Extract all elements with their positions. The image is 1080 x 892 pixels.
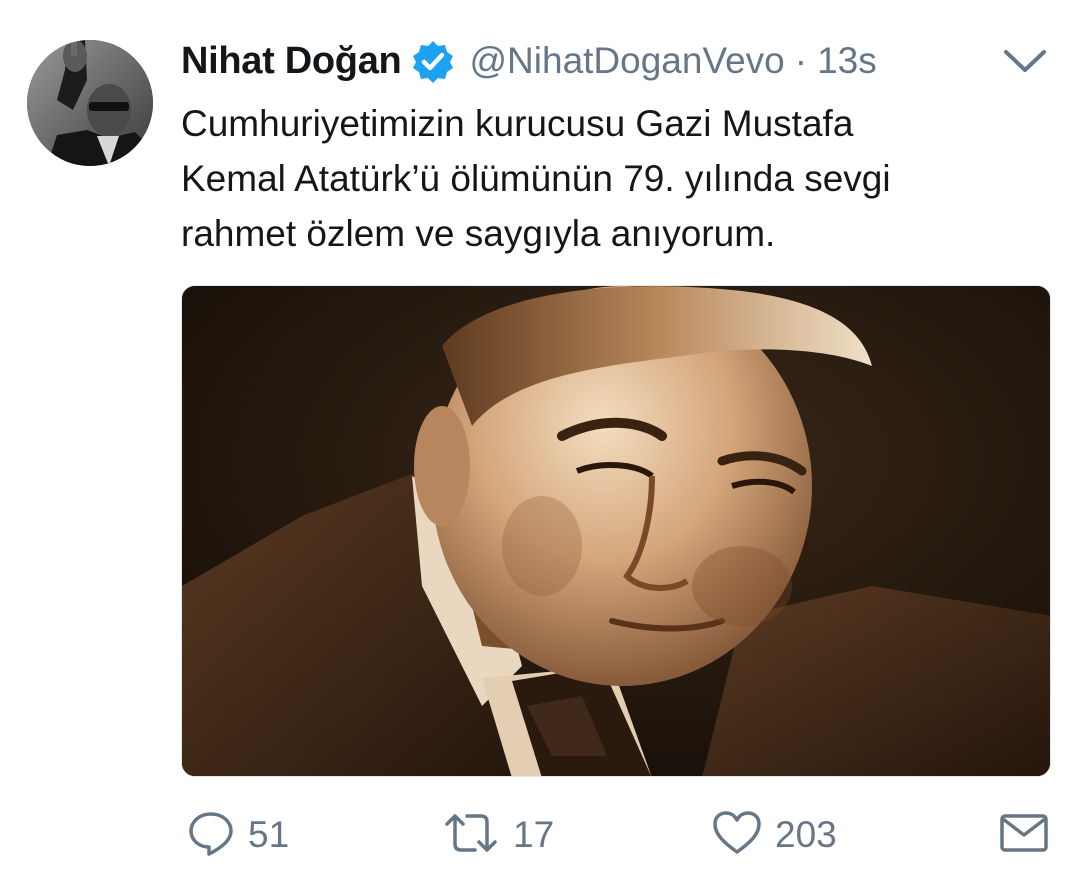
reply-button[interactable]: 51 [186, 800, 289, 870]
heart-icon [711, 808, 763, 863]
envelope-icon [999, 810, 1049, 861]
tweet-card[interactable]: Nihat Doğan @NihatDoganVevo · 13s Cumhur… [0, 0, 1080, 892]
like-button[interactable]: 203 [711, 800, 837, 870]
timestamp[interactable]: 13s [817, 40, 877, 82]
avatar-photo [27, 40, 153, 166]
retweet-count: 17 [513, 814, 555, 855]
retweet-button[interactable]: 17 [441, 800, 554, 870]
reply-count: 51 [248, 814, 290, 855]
tweet-actions: 51 17 203 [181, 800, 1051, 870]
reply-icon [186, 808, 236, 863]
separator-dot: · [794, 40, 808, 81]
like-count: 203 [775, 814, 837, 855]
tweet-header: Nihat Doğan @NihatDoganVevo · 13s [181, 36, 877, 86]
chevron-down-icon[interactable] [1002, 44, 1048, 78]
portrait-image [182, 286, 1050, 776]
handle[interactable]: @NihatDoganVevo [469, 40, 784, 82]
display-name[interactable]: Nihat Doğan [181, 40, 402, 83]
avatar[interactable] [27, 40, 153, 166]
tweet-text: Cumhuriyetimizin kurucusu Gazi Mustafa K… [181, 103, 891, 254]
retweet-icon [441, 808, 501, 863]
tweet-media-image[interactable] [181, 285, 1051, 777]
verified-badge-icon [411, 39, 455, 83]
direct-message-button[interactable] [999, 800, 1049, 870]
